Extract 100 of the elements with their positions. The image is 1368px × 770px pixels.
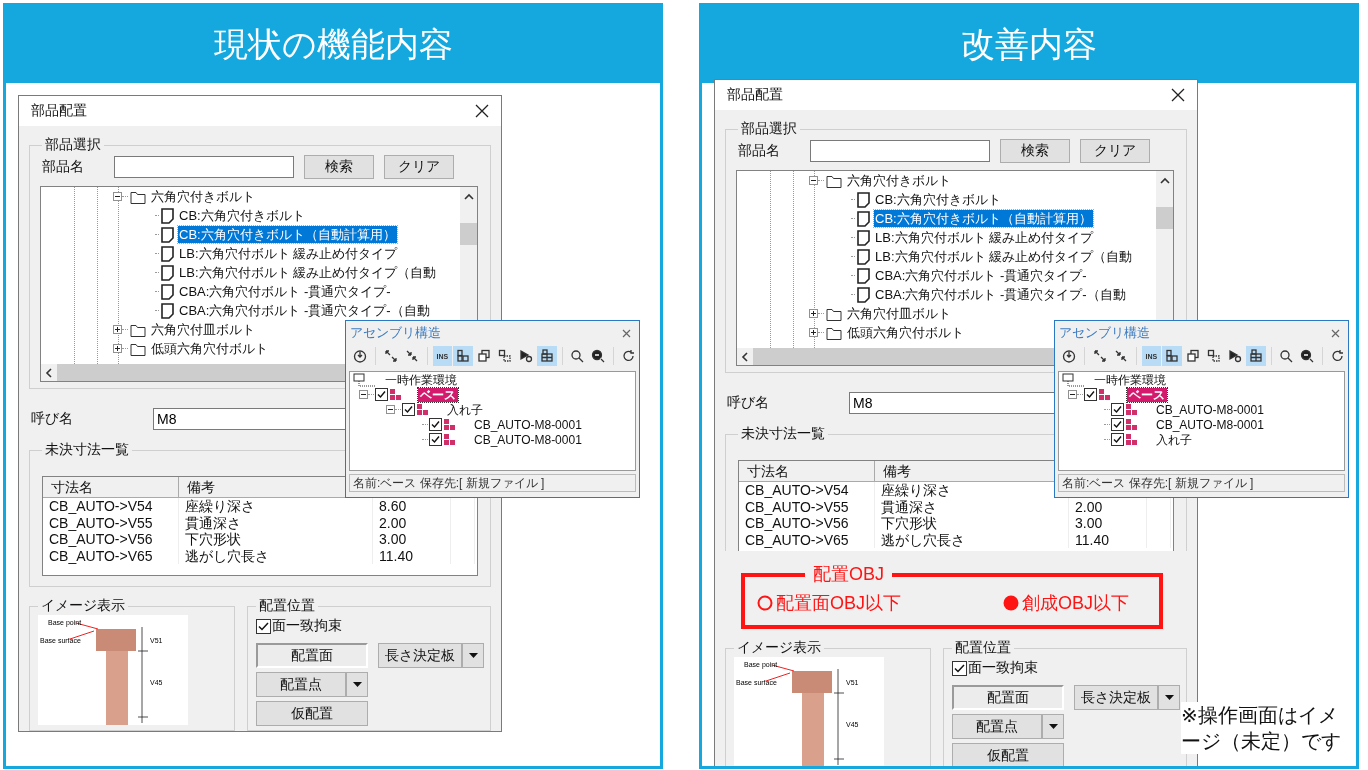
tree-item[interactable]: 一時作業環境 [1092, 372, 1168, 387]
tree-item[interactable]: 六角穴付皿ボルト [846, 305, 952, 322]
checkbox[interactable] [1111, 418, 1124, 431]
clear-button[interactable]: クリア [384, 155, 454, 179]
expand-icon[interactable] [809, 309, 818, 318]
expand-icon[interactable] [113, 325, 122, 334]
tree-item[interactable]: 低頭六角穴付ボルト [150, 340, 269, 357]
table-cell: CB_AUTO->V56 [43, 531, 179, 548]
dropdown-button[interactable] [1042, 714, 1064, 739]
parts-icon [417, 403, 429, 416]
checkbox[interactable] [1111, 403, 1124, 416]
tree-item[interactable]: ベース [418, 387, 458, 402]
tree-item[interactable]: CBA:六角穴付ボルト -貫通穴タイプ-（自動 [874, 286, 1127, 303]
part-name-field[interactable] [114, 156, 294, 178]
tree-item[interactable]: CBA:六角穴付ボルト -貫通穴タイプ-（自動 [178, 302, 431, 319]
toolbar-button[interactable] [1162, 346, 1183, 366]
collapse-icon[interactable] [359, 390, 368, 399]
scroll-up-icon[interactable] [1159, 177, 1170, 185]
collapse-icon[interactable] [809, 176, 818, 185]
expand-icon[interactable] [113, 344, 122, 353]
close-icon[interactable] [1171, 88, 1185, 102]
document-icon [857, 286, 870, 303]
radio-button[interactable] [1003, 595, 1019, 611]
caret-icon [352, 682, 362, 687]
tree-item[interactable]: LB:六角穴付ボルト 緩み止め付タイプ [178, 245, 399, 262]
radio-button[interactable] [757, 595, 773, 611]
checkbox[interactable] [375, 388, 388, 401]
column-header: 寸法名 [739, 461, 875, 481]
checkbox[interactable] [429, 418, 442, 431]
status-bar: 名前:ベース 保存先:[ 新規ファイル ] [349, 474, 636, 492]
checkbox[interactable]: 面一致拘束 [256, 615, 482, 637]
collapse-icon[interactable] [1068, 390, 1077, 399]
tree-item[interactable]: CB:六角穴付きボルト（自動計算用） [178, 226, 397, 243]
scroll-up-icon[interactable] [463, 193, 474, 201]
document-icon [161, 245, 174, 262]
tree-item[interactable]: CB:六角穴付きボルト [178, 207, 306, 224]
parts-icon [390, 388, 402, 401]
tree-item[interactable]: 低頭六角穴付ボルト [846, 324, 965, 341]
close-icon[interactable] [475, 104, 489, 118]
scrollbar-thumb[interactable] [1156, 207, 1173, 229]
windows-icon [477, 349, 492, 363]
tree-item[interactable]: 六角穴付皿ボルト [150, 321, 256, 338]
expand-icon[interactable] [809, 328, 818, 337]
tree-item[interactable]: CB:六角穴付きボルト（自動計算用） [874, 210, 1093, 227]
tree-item[interactable]: 入れ子 [445, 402, 485, 417]
checkbox-box[interactable] [952, 660, 967, 676]
tree-item[interactable]: CB_AUTO-M8-0001 [472, 432, 584, 447]
scroll-left-icon[interactable] [45, 367, 53, 378]
search-button[interactable]: 検索 [304, 155, 374, 179]
tree-item[interactable]: CBA:六角穴付ボルト -貫通穴タイプ- [178, 283, 392, 300]
power-icon [352, 349, 367, 363]
toolbar-button[interactable] [536, 346, 557, 366]
tree-item[interactable]: LB:六角穴付ボルト 緩み止め付タイプ（自動 [874, 248, 1134, 265]
tree-item[interactable]: CB:六角穴付きボルト [874, 191, 1002, 208]
toolbar-button[interactable] [1245, 346, 1266, 366]
search-button[interactable]: 検索 [1000, 139, 1070, 163]
placement-button[interactable]: 仮配置 [952, 743, 1064, 766]
dropdown-button[interactable] [462, 643, 484, 668]
parts-icon [1165, 349, 1180, 363]
dropdown-button[interactable] [1158, 685, 1180, 710]
tree-grid-icon [539, 349, 554, 363]
tree-item[interactable]: 六角穴付きボルト [846, 172, 952, 189]
scrollbar-thumb[interactable] [460, 223, 477, 245]
document-icon [161, 283, 174, 300]
placement-button[interactable]: 長さ決定板 [1074, 685, 1158, 710]
tree-item[interactable]: 一時作業環境 [383, 372, 459, 387]
clear-button[interactable]: クリア [1080, 139, 1150, 163]
tree-item[interactable]: CBA:六角穴付ボルト -貫通穴タイプ- [874, 267, 1088, 284]
pointer-search-icon [1227, 349, 1242, 363]
tree-item[interactable]: CB_AUTO-M8-0001 [1154, 417, 1266, 432]
checkbox[interactable] [429, 433, 442, 446]
group-label: 配置位置 [258, 597, 316, 615]
checkbox[interactable] [1084, 388, 1097, 401]
tree-item[interactable]: LB:六角穴付ボルト 緩み止め付タイプ [874, 229, 1095, 246]
tree-item[interactable]: LB:六角穴付ボルト 緩み止め付タイプ（自動 [178, 264, 438, 281]
scroll-left-icon[interactable] [741, 351, 749, 362]
placement-button[interactable]: 仮配置 [256, 701, 368, 726]
tree-item[interactable]: ベース [1127, 387, 1167, 402]
placement-button[interactable]: 長さ決定板 [378, 643, 462, 668]
windows-icon [1186, 349, 1201, 363]
toolbar-button[interactable] [453, 346, 474, 366]
placement-button[interactable]: 配置点 [952, 714, 1042, 739]
tree-item[interactable]: 六角穴付きボルト [150, 188, 256, 205]
table-cell: 3.00 [373, 531, 451, 548]
placement-button[interactable]: 配置点 [256, 672, 346, 697]
folder-icon [826, 306, 842, 321]
search-icon [1279, 349, 1294, 363]
dropdown-button[interactable] [346, 672, 368, 697]
placement-button[interactable]: 配置面 [256, 643, 368, 668]
checkbox-box[interactable] [256, 618, 271, 634]
part-name-field[interactable] [810, 140, 990, 162]
placement-button[interactable]: 配置面 [952, 685, 1064, 710]
checkbox[interactable]: 面一致拘束 [952, 657, 1178, 679]
tree-item[interactable]: CB_AUTO-M8-0001 [1154, 402, 1266, 417]
tree-item[interactable]: CB_AUTO-M8-0001 [472, 417, 584, 432]
checkbox[interactable] [1111, 433, 1124, 446]
checkbox[interactable] [402, 403, 415, 416]
tree-item[interactable]: 入れ子 [1154, 432, 1194, 447]
collapse-icon[interactable] [113, 192, 122, 201]
collapse-icon[interactable] [386, 405, 395, 414]
